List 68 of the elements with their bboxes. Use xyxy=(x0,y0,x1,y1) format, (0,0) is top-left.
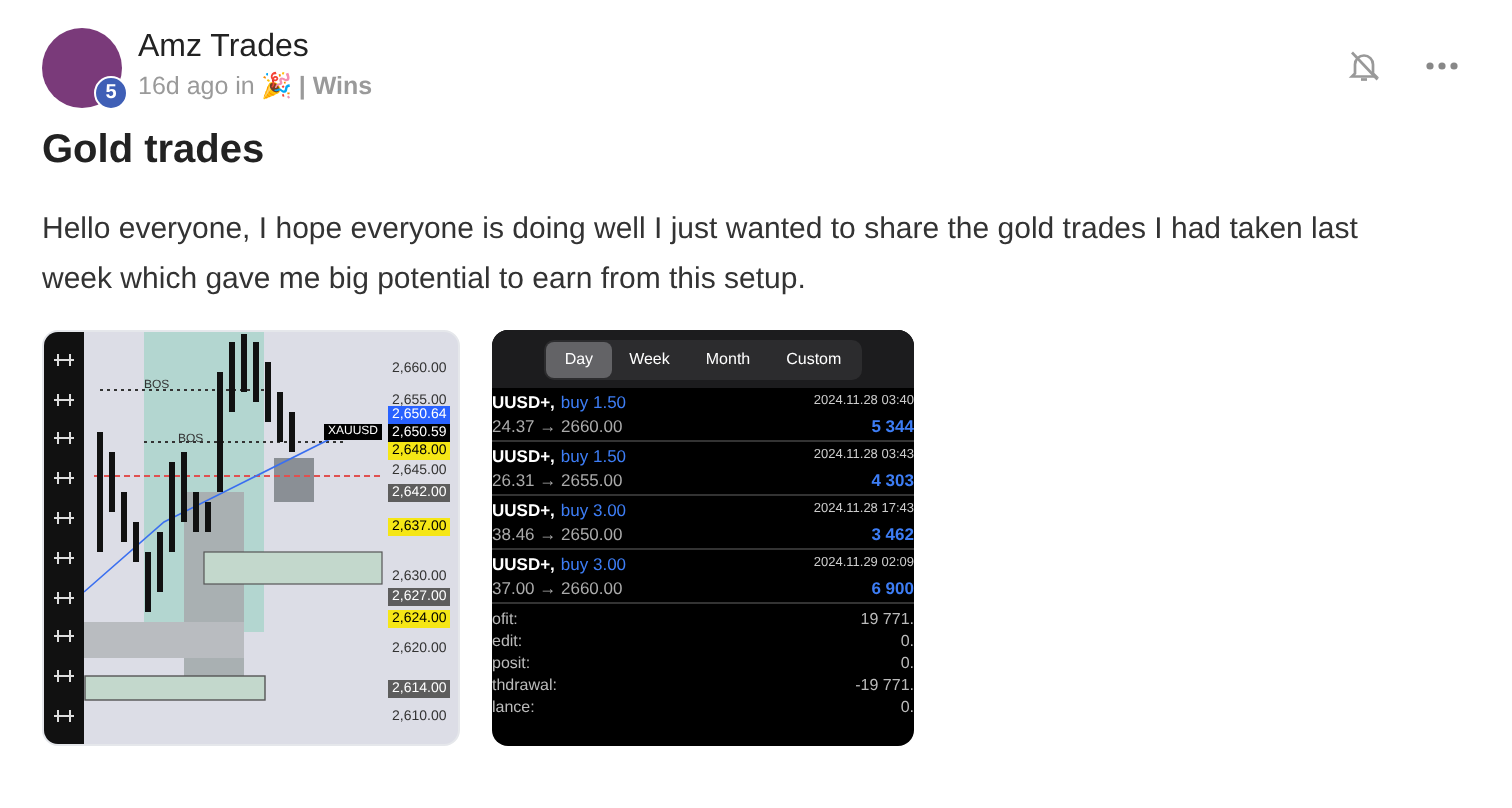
trade-profit: 4 303 xyxy=(871,468,914,492)
trade-prices: 26.31 → 2655.00 xyxy=(492,468,625,492)
tool-icon[interactable] xyxy=(52,547,76,568)
candle xyxy=(277,392,283,442)
period-tab[interactable]: Month xyxy=(687,342,769,378)
candle xyxy=(169,462,175,552)
candle xyxy=(97,432,103,552)
author-name[interactable]: Amz Trades xyxy=(138,28,373,68)
trade-profit: 3 462 xyxy=(871,522,914,546)
candle xyxy=(217,372,223,492)
period-tab[interactable]: Day xyxy=(546,342,612,378)
candle xyxy=(241,334,247,392)
tool-icon[interactable] xyxy=(52,428,76,449)
trade-action: buy 3.00 xyxy=(560,552,627,576)
tool-icon[interactable] xyxy=(52,468,76,489)
summary-label: lance: xyxy=(492,696,535,718)
tool-icon[interactable] xyxy=(52,349,76,370)
tool-icon[interactable] xyxy=(52,626,76,647)
muted-bell-icon[interactable] xyxy=(1346,48,1382,84)
trade-action: buy 1.50 xyxy=(560,444,627,468)
summary-value: -19 771. xyxy=(855,674,914,696)
trade-prices: 37.00 → 2660.00 xyxy=(492,576,625,600)
candle xyxy=(229,342,235,412)
candle xyxy=(109,452,115,512)
trade-symbol: UUSD+, xyxy=(492,444,555,468)
post-title: Gold trades xyxy=(42,126,267,176)
more-icon[interactable] xyxy=(1426,62,1458,70)
summary-value: 0. xyxy=(900,630,914,652)
trade-symbol: UUSD+, xyxy=(492,390,555,414)
trade-history-screenshot[interactable] xyxy=(492,330,914,746)
candle xyxy=(205,502,211,532)
candle xyxy=(181,452,187,522)
candle xyxy=(121,492,127,542)
trade-symbol: UUSD+, xyxy=(492,498,555,522)
candle xyxy=(157,532,163,592)
trade-action: buy 3.00 xyxy=(560,498,627,522)
summary-label: ofit: xyxy=(492,608,518,630)
candle xyxy=(133,522,139,562)
tool-icon[interactable] xyxy=(52,389,76,410)
trade-profit: 6 900 xyxy=(871,576,914,600)
trade-profit: 5 344 xyxy=(871,414,914,438)
summary-label: posit: xyxy=(492,652,531,674)
trade-action: buy 1.50 xyxy=(560,390,627,414)
post-body: Hello everyone, I hope everyone is doing well I just wanted to share the gold trades I had taken last week which gave me big potential to earn from this setup. xyxy=(42,210,1360,300)
summary-value: 0. xyxy=(900,652,914,674)
candle xyxy=(265,362,271,422)
summary-label: thdrawal: xyxy=(492,674,557,696)
candle xyxy=(289,412,295,452)
summary-label: edit: xyxy=(492,630,523,652)
summary-value: 0. xyxy=(900,696,914,718)
tool-icon[interactable] xyxy=(52,587,76,608)
summary-value: 19 771. xyxy=(860,608,914,630)
shaded-zone xyxy=(274,458,314,502)
trade-prices: 24.37 → 2660.00 xyxy=(492,414,625,438)
tool-icon[interactable] xyxy=(52,706,76,727)
tool-icon[interactable] xyxy=(52,666,76,687)
period-tab[interactable]: Week xyxy=(611,342,688,378)
candle xyxy=(145,552,151,612)
tool-icon[interactable] xyxy=(52,508,76,529)
category-emoji: 🎉 xyxy=(260,70,293,104)
candle xyxy=(253,342,259,402)
post-time: 16d ago in xyxy=(138,70,255,104)
trade-prices: 38.46 → 2650.00 xyxy=(492,522,625,546)
avatar[interactable] xyxy=(42,28,122,108)
candle xyxy=(193,492,199,532)
period-tab[interactable]: Custom xyxy=(768,342,860,378)
level-badge: 5 xyxy=(94,76,128,110)
trade-symbol: UUSD+, xyxy=(492,552,555,576)
